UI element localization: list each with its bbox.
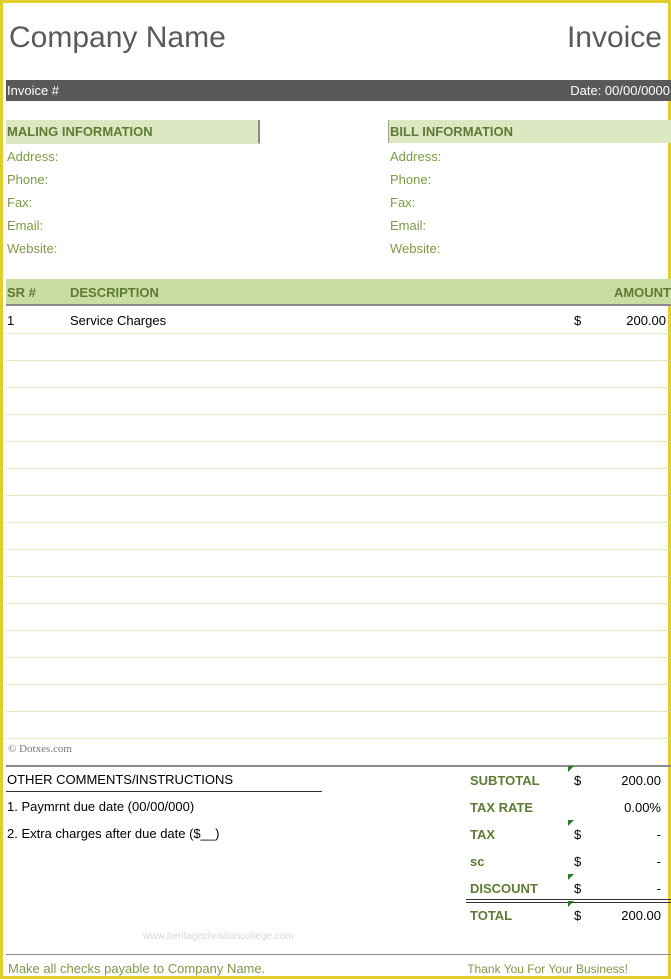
tax-rate-label: TAX RATE bbox=[470, 800, 534, 815]
total-rule bbox=[466, 899, 671, 900]
bill-phone-label: Phone: bbox=[390, 172, 432, 187]
col-sr: SR # bbox=[7, 285, 36, 300]
table-row[interactable] bbox=[6, 360, 671, 388]
copyright-text: © Dotxes.com bbox=[8, 743, 72, 755]
footer-divider bbox=[6, 954, 671, 955]
sc-value: - bbox=[656, 854, 661, 869]
mailing-website-label: Website: bbox=[7, 241, 58, 256]
discount-value: - bbox=[656, 881, 661, 896]
table-row[interactable] bbox=[6, 549, 671, 577]
items-table-header: SR # DESCRIPTION AMOUNT bbox=[6, 279, 671, 306]
comments-heading-text: OTHER COMMENTS/INSTRUCTIONS bbox=[7, 772, 234, 787]
subtotal-label: SUBTOTAL bbox=[470, 773, 540, 788]
mailing-email-label: Email: bbox=[7, 218, 44, 233]
row-amount: 200.00 bbox=[626, 313, 666, 328]
mailing-info-heading: MALING INFORMATION bbox=[6, 120, 260, 144]
row-description: Service Charges bbox=[70, 313, 167, 328]
table-row[interactable] bbox=[6, 414, 671, 442]
table-row[interactable] bbox=[6, 711, 671, 739]
bill-info-heading-text: BILL INFORMATION bbox=[390, 124, 514, 139]
bill-email-label: Email: bbox=[390, 218, 427, 233]
bill-address-label: Address: bbox=[390, 149, 442, 164]
table-row[interactable] bbox=[6, 684, 671, 712]
table-row[interactable] bbox=[6, 657, 671, 685]
comment-marker-icon bbox=[568, 820, 574, 826]
table-row[interactable] bbox=[6, 576, 671, 604]
table-row[interactable] bbox=[6, 522, 671, 550]
comments-heading: OTHER COMMENTS/INSTRUCTIONS bbox=[6, 771, 322, 792]
bill-website-label: Website: bbox=[390, 241, 441, 256]
mailing-phone-label: Phone: bbox=[7, 172, 49, 187]
table-row[interactable] bbox=[6, 603, 671, 631]
col-amount: AMOUNT bbox=[613, 285, 671, 300]
total-label: TOTAL bbox=[470, 908, 513, 923]
col-description: DESCRIPTION bbox=[70, 285, 159, 300]
subtotal-value: 200.00 bbox=[621, 773, 661, 788]
table-row[interactable] bbox=[6, 495, 671, 523]
invoice-bar: Invoice # Date: 00/00/0000 bbox=[6, 80, 671, 101]
discount-label: DISCOUNT bbox=[470, 881, 538, 896]
comment-marker-icon bbox=[568, 874, 574, 880]
invoice-number-label: Invoice # bbox=[7, 83, 60, 98]
table-row[interactable]: 1 Service Charges $ 200.00 bbox=[6, 306, 671, 334]
total-value: 200.00 bbox=[621, 908, 661, 923]
footer-thanks: Thank You For Your Business! bbox=[467, 962, 628, 976]
subtotal-currency: $ bbox=[574, 773, 582, 788]
table-row[interactable] bbox=[6, 630, 671, 658]
table-row[interactable] bbox=[6, 333, 671, 361]
tax-value: - bbox=[656, 827, 661, 842]
sc-label: sc bbox=[470, 854, 485, 869]
row-currency: $ bbox=[574, 313, 582, 328]
mailing-address-label: Address: bbox=[7, 149, 59, 164]
comment-marker-icon bbox=[568, 766, 574, 772]
total-currency: $ bbox=[574, 908, 582, 923]
table-row[interactable] bbox=[6, 441, 671, 469]
invoice-sheet: Company Name Invoice Invoice # Date: 00/… bbox=[0, 0, 671, 979]
comment-marker-icon bbox=[568, 901, 574, 907]
mailing-fax-label: Fax: bbox=[7, 195, 33, 210]
sc-currency: $ bbox=[574, 854, 582, 869]
bill-info-heading: BILL INFORMATION bbox=[388, 120, 671, 143]
bill-fax-label: Fax: bbox=[390, 195, 416, 210]
comment-line: 2. Extra charges after due date ($__) bbox=[7, 826, 220, 841]
row-sr: 1 bbox=[7, 313, 15, 328]
tax-rate-value: 0.00% bbox=[624, 800, 661, 815]
comment-line: 1. Paymrnt due date (00/00/000) bbox=[7, 799, 195, 814]
company-name: Company Name bbox=[9, 21, 226, 54]
footer-payable-note: Make all checks payable to Company Name. bbox=[8, 961, 266, 976]
tax-currency: $ bbox=[574, 827, 582, 842]
invoice-title: Invoice bbox=[566, 21, 662, 54]
invoice-date: Date: 00/00/0000 bbox=[570, 83, 670, 98]
tax-label: TAX bbox=[470, 827, 496, 842]
watermark-text: www.heritagechristiancollege.com bbox=[143, 931, 294, 942]
table-row[interactable] bbox=[6, 387, 671, 415]
mailing-info-heading-text: MALING INFORMATION bbox=[7, 124, 153, 139]
discount-currency: $ bbox=[574, 881, 582, 896]
table-row[interactable] bbox=[6, 468, 671, 496]
